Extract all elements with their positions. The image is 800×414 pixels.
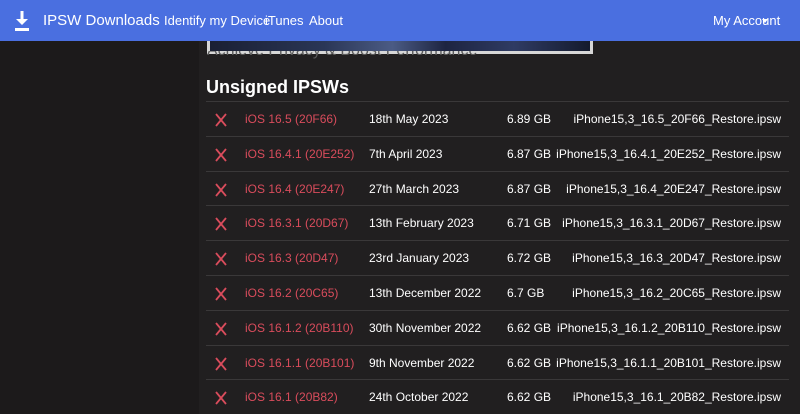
file-name: iPhone15,3_16.5_20F66_Restore.ipsw [573, 112, 781, 126]
nav-link-about[interactable]: About [309, 13, 343, 29]
version-link[interactable]: iOS 16.3.1 (20D67) [245, 206, 348, 240]
release-date: 13th December 2022 [369, 285, 482, 300]
table-row[interactable]: iOS 16.4 (20E247) 27th March 2023 6.87 GB i… [206, 170, 789, 206]
release-date: 7th April 2023 [369, 146, 443, 161]
table-row[interactable]: iOS 16.1.2 (20B110) 30th November 2022 6.6… [206, 309, 789, 345]
file-name: iPhone15,3_16.1_20B82_Restore.ipsw [572, 390, 781, 405]
file-name: iPhone15,3_16.1.1_20B101_Restore.ipsw [556, 355, 781, 370]
release-date: 9th November 2022 [369, 355, 475, 370]
caret-down-icon[interactable] [762, 19, 768, 23]
x-mark-icon [215, 391, 227, 405]
table-row[interactable]: iOS 16.3.1 (20D67) 13th February 2023 6.71… [206, 205, 789, 240]
ad-banner-caption: Achieve Privacy & Boost Performance [207, 51, 593, 61]
section-title: Unsigned IPSWs [206, 77, 350, 97]
table-row[interactable]: iOS 16.1 (20B82) 24th October 2022 6.62 GB… [206, 379, 789, 414]
table-row[interactable]: iOS 16.2 (20C65) 13th December 2022 6.7 GB… [206, 274, 789, 310]
file-size: 6.62 GB [507, 390, 552, 405]
version-link[interactable]: iOS 16.4.1 (20E252) [245, 137, 354, 171]
x-mark-icon [215, 322, 227, 336]
brand-title[interactable]: IPSW Downloads [43, 11, 160, 30]
x-mark-icon [215, 252, 227, 266]
nav-link-identify-device[interactable]: Identify my Device [164, 13, 270, 29]
ad-banner-image [210, 41, 590, 51]
file-name: iPhone15,3_16.3.1_20D67_Restore.ipsw [562, 216, 781, 231]
file-name: iPhone15,3_16.4_20E247_Restore.ipsw [566, 181, 781, 196]
version-link[interactable]: iOS 16.1.2 (20B110) [245, 311, 354, 345]
file-name: iPhone15,3_16.3_20D47_Restore.ipsw [572, 251, 781, 266]
version-link[interactable]: iOS 16.1 (20B82) [245, 380, 338, 414]
version-link[interactable]: iOS 16.4 (20E247) [245, 172, 344, 206]
my-account-menu[interactable]: My Account [713, 13, 780, 29]
ad-banner-text: Achieve Privacy & Boost Performance [207, 51, 477, 60]
release-date: 23rd January 2023 [369, 251, 470, 266]
nav-link-itunes[interactable]: iTunes [265, 13, 304, 29]
file-size: 6.87 GB [507, 146, 552, 161]
version-link[interactable]: iOS 16.3 (20D47) [245, 241, 338, 275]
table-row[interactable]: iOS 16.5 (20F66) 18th May 2023 6.89 GB iPho… [206, 101, 789, 136]
file-size: 6.62 GB [507, 355, 552, 370]
download-icon[interactable] [15, 11, 29, 31]
release-date: 27th March 2023 [369, 181, 460, 196]
file-name: iPhone15,3_16.4.1_20E252_Restore.ipsw [556, 146, 781, 161]
x-mark-icon [215, 357, 227, 371]
x-mark-icon [215, 287, 227, 301]
x-mark-icon [215, 113, 227, 127]
file-size: 6.72 GB [507, 251, 552, 266]
table-row[interactable]: iOS 16.4.1 (20E252) 7th April 2023 6.87 GB… [206, 135, 789, 171]
file-size: 6.62 GB [507, 320, 552, 335]
x-mark-icon [215, 217, 227, 231]
table-row[interactable]: iOS 16.1.1 (20B101) 9th November 2022 6.62… [206, 344, 789, 380]
release-date: 24th October 2022 [369, 390, 469, 405]
release-date: 18th May 2023 [369, 112, 449, 126]
version-link[interactable]: iOS 16.5 (20F66) [245, 102, 337, 136]
table-row[interactable]: iOS 16.3 (20D47) 23rd January 2023 6.72 GB… [206, 240, 789, 275]
version-link[interactable]: iOS 16.2 (20C65) [245, 276, 338, 310]
release-date: 13th February 2023 [369, 216, 474, 231]
file-size: 6.71 GB [507, 216, 552, 231]
file-name: iPhone15,3_16.2_20C65_Restore.ipsw [572, 285, 781, 300]
x-mark-icon [215, 183, 227, 197]
x-mark-icon [215, 148, 227, 162]
release-date: 30th November 2022 [369, 320, 482, 335]
file-size: 6.89 GB [507, 112, 552, 126]
version-link[interactable]: iOS 16.1.1 (20B101) [245, 346, 354, 380]
file-size: 6.87 GB [507, 181, 552, 196]
unsigned-ipsw-table: iOS 16.5 (20F66) 18th May 2023 6.89 GB iPho… [206, 101, 789, 414]
file-name: iPhone15,3_16.1.2_20B110_Restore.ipsw [557, 320, 781, 335]
top-navbar: IPSW Downloads Identify my Device iTunes… [0, 0, 800, 41]
file-size: 6.7 GB [507, 285, 545, 300]
